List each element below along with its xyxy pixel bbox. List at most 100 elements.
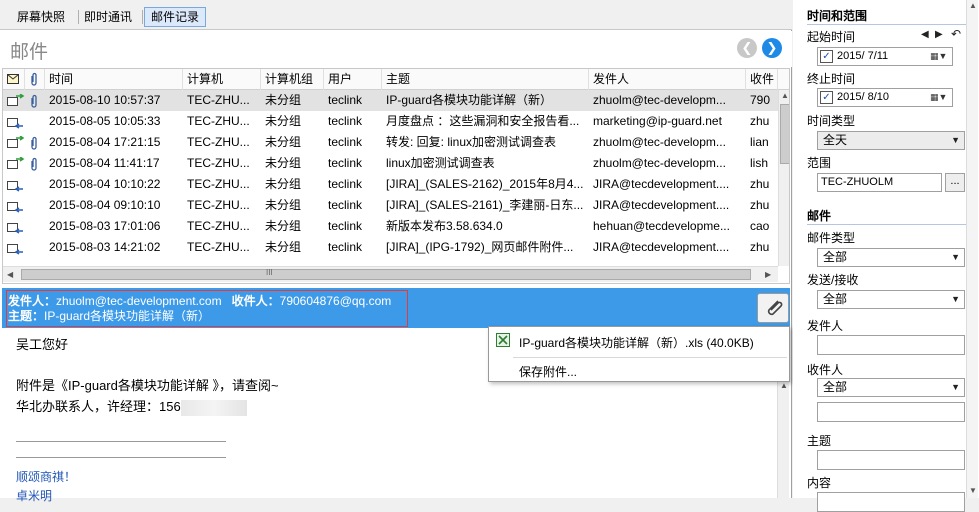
previous-button[interactable]: ❮: [737, 38, 757, 58]
cell-recipient: lian: [750, 135, 769, 149]
attachment-file-item[interactable]: IP-guard各模块功能详解（新）.xls (40.0KB): [519, 334, 754, 351]
nav-left-icon[interactable]: ◀: [921, 29, 929, 40]
tab-mail-records[interactable]: 邮件记录: [144, 7, 207, 27]
cell-subject: 新版本发布3.58.634.0: [386, 219, 503, 233]
filter-panel-scrollbar[interactable]: ▲ ▼: [966, 0, 978, 498]
cell-computer: TEC-ZHU...: [187, 198, 250, 212]
tab-screen-snapshot[interactable]: 屏幕快照: [10, 7, 72, 27]
table-row[interactable]: 2015-08-05 10:05:33 TEC-ZHU... 未分组 teclink 月…: [3, 111, 778, 132]
arrow-right-icon: ❯: [766, 40, 778, 55]
cell-sender: JIRA@tecdevelopment....: [593, 240, 730, 254]
mail-header: 发件人：zhuolm@tec-development.com 收件人：79060…: [2, 288, 790, 328]
mail-sent-icon: [7, 157, 25, 169]
cell-subject: IP-guard各模块功能详解（新）: [386, 93, 553, 107]
tab-separator: [142, 10, 143, 24]
cell-user: teclink: [328, 93, 363, 107]
page-title: 邮件: [10, 42, 49, 63]
section-divider: [807, 24, 971, 25]
attachment-button[interactable]: [757, 293, 789, 323]
save-attachment-item[interactable]: 保存附件...: [519, 363, 577, 380]
tab-instant-messaging[interactable]: 即时通讯: [77, 7, 139, 27]
range-input[interactable]: TEC-ZHUOLM: [817, 173, 942, 192]
scroll-up-icon[interactable]: ▲: [780, 381, 788, 390]
table-row[interactable]: 2015-08-10 10:57:37 TEC-ZHU... 未分组 teclink I…: [3, 90, 778, 111]
next-button[interactable]: ❯: [762, 38, 782, 58]
mail-type-select[interactable]: 全部 ▼: [817, 248, 965, 267]
scroll-right-icon[interactable]: ▶: [765, 270, 771, 279]
sender-filter-input[interactable]: [817, 335, 965, 355]
cell-computer: TEC-ZHU...: [187, 177, 250, 191]
header-time[interactable]: 时间: [45, 69, 183, 90]
header-subject[interactable]: 主题: [382, 69, 589, 90]
calendar-icon[interactable]: ▦▼: [930, 50, 950, 63]
cell-time: 2015-08-10 10:57:37: [49, 93, 161, 107]
end-date-checkbox[interactable]: ✓: [820, 91, 833, 104]
cell-group: 未分组: [265, 114, 302, 128]
table-row[interactable]: 2015-08-04 09:10:10 TEC-ZHU... 未分组 teclink […: [3, 195, 778, 216]
header-direction[interactable]: [3, 69, 25, 90]
mail-type-value: 全部: [823, 250, 848, 264]
recipient-filter-select[interactable]: 全部 ▼: [817, 378, 965, 397]
cell-recipient: zhu: [750, 114, 770, 128]
header-recipient[interactable]: 收件: [746, 69, 778, 90]
scroll-up-icon[interactable]: ▲: [781, 91, 789, 100]
scroll-down-icon[interactable]: ▼: [969, 486, 977, 495]
contact-text: 华北办联系人，许经理：156: [16, 399, 181, 414]
sender-value: zhuolm@tec-development.com: [56, 294, 222, 308]
subject-filter-input[interactable]: [817, 450, 965, 470]
start-date-picker[interactable]: ✓ 2015/ 7/11 ▦▼: [817, 47, 953, 66]
cell-user: teclink: [328, 177, 363, 191]
cell-subject: 转发: 回复: linux加密测试调查表: [386, 135, 557, 149]
cell-computer: TEC-ZHU...: [187, 93, 250, 107]
mail-body-line: 附件是《IP-guard各模块功能详解 》，请查阅~: [16, 378, 279, 393]
scrollbar-thumb[interactable]: [780, 104, 789, 164]
table-row[interactable]: 2015-08-03 14:21:02 TEC-ZHU... 未分组 teclink […: [3, 237, 778, 258]
excel-icon: [496, 333, 510, 347]
header-user[interactable]: 用户: [324, 69, 382, 90]
content-filter-input[interactable]: [817, 492, 965, 512]
nav-right-icon[interactable]: ▶: [935, 29, 943, 40]
paperclip-icon: [767, 300, 783, 316]
scroll-up-icon[interactable]: ▲: [969, 1, 977, 10]
cell-sender: zhuolm@tec-developm...: [593, 135, 726, 149]
end-date-picker[interactable]: ✓ 2015/ 8/10 ▦▼: [817, 88, 953, 107]
scrollbar-thumb[interactable]: III: [21, 268, 751, 280]
range-label: 范围: [807, 156, 832, 170]
header-computer-group[interactable]: 计算机组: [261, 69, 324, 90]
cell-group: 未分组: [265, 219, 302, 233]
cell-computer: TEC-ZHU...: [187, 219, 250, 233]
mail-greeting: 吴工您好: [16, 337, 69, 352]
filter-panel: 时间和范围 起始时间 ◀ ▶ ↶ ✓ 2015/ 7/11 ▦▼ 终止时间 ✓ …: [793, 0, 979, 512]
header-attachment[interactable]: [25, 69, 45, 90]
send-receive-label: 发送/接收: [807, 273, 859, 287]
cell-user: teclink: [328, 135, 363, 149]
start-date-checkbox[interactable]: ✓: [820, 50, 833, 63]
mail-header-subject-line: 主题：IP-guard各模块功能详解（新）: [8, 307, 210, 324]
calendar-icon[interactable]: ▦▼: [930, 91, 950, 104]
header-computer[interactable]: 计算机: [183, 69, 261, 90]
cell-sender: JIRA@tecdevelopment....: [593, 198, 730, 212]
cell-recipient: cao: [750, 219, 770, 233]
table-row[interactable]: 2015-08-04 10:10:22 TEC-ZHU... 未分组 teclink […: [3, 174, 778, 195]
recipient-filter-input[interactable]: [817, 402, 965, 422]
redacted-blur: [180, 399, 247, 416]
mail-contact-line: 华北办联系人，许经理：156: [16, 396, 247, 416]
table-row[interactable]: 2015-08-04 17:21:15 TEC-ZHU... 未分组 teclink 转…: [3, 132, 778, 153]
table-horizontal-scrollbar[interactable]: ◀ III ▶: [3, 266, 778, 282]
scrollbar-grip: III: [266, 268, 273, 277]
chevron-down-icon: ▼: [951, 294, 960, 304]
time-type-select[interactable]: 全天 ▼: [817, 131, 965, 150]
undo-icon[interactable]: ↶: [951, 27, 961, 41]
range-browse-button[interactable]: ...: [945, 173, 965, 192]
table-row[interactable]: 2015-08-03 17:01:06 TEC-ZHU... 未分组 teclink 新…: [3, 216, 778, 237]
table-row[interactable]: 2015-08-04 11:41:17 TEC-ZHU... 未分组 teclink l…: [3, 153, 778, 174]
end-time-label: 终止时间: [807, 72, 856, 86]
end-date-value: 2015/ 8/10: [837, 91, 889, 103]
cell-subject: 月度盘点 ：这些漏洞和安全报告看...: [386, 114, 580, 128]
table-vertical-scrollbar[interactable]: ▲: [778, 90, 789, 266]
body-vertical-scrollbar[interactable]: ▲: [777, 380, 789, 498]
mail-received-icon: [7, 118, 23, 129]
header-sender[interactable]: 发件人: [589, 69, 746, 90]
send-receive-select[interactable]: 全部 ▼: [817, 290, 965, 309]
scroll-left-icon[interactable]: ◀: [7, 270, 13, 279]
